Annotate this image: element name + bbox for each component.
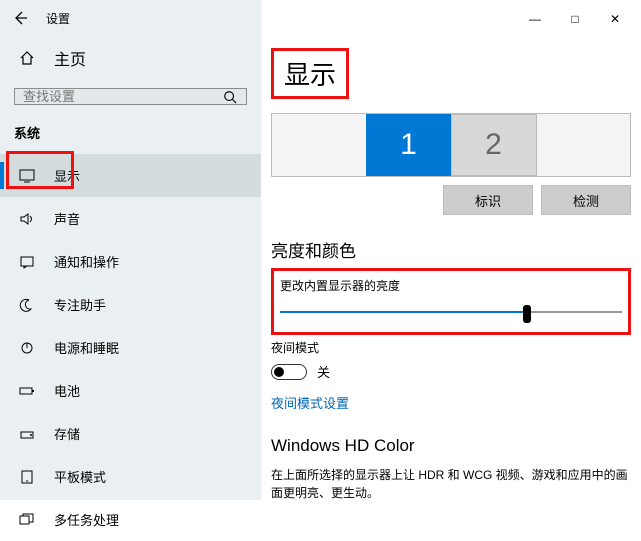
power-icon xyxy=(18,341,36,355)
category-label: 系统 xyxy=(0,115,261,154)
sidebar-item-label: 声音 xyxy=(54,209,80,228)
detect-button[interactable]: 检测 xyxy=(541,185,631,215)
hd-color-title: Windows HD Color xyxy=(271,436,631,456)
sound-icon xyxy=(18,212,36,226)
sidebar-item-battery[interactable]: 电池 xyxy=(0,369,261,412)
tablet-icon xyxy=(18,470,36,484)
settings-sidebar: 设置 主页 系统 显示 声音 通知和操作 专注助手 电源和睡眠 电池 xyxy=(0,0,261,500)
slider-thumb[interactable] xyxy=(523,305,531,323)
home-label: 主页 xyxy=(54,46,86,70)
sidebar-item-label: 通知和操作 xyxy=(54,252,119,271)
hd-color-desc: 在上面所选择的显示器上让 HDR 和 WCG 视频、游戏和应用中的画面更明亮、更… xyxy=(271,466,631,500)
window-title: 设置 xyxy=(46,10,70,27)
slider-fill xyxy=(280,311,526,313)
annotation-box: 更改内置显示器的亮度 xyxy=(271,268,631,335)
page-title: 显示 xyxy=(271,48,349,99)
moon-icon xyxy=(18,298,36,312)
monitor-2[interactable]: 2 xyxy=(451,114,537,176)
sidebar-item-label: 多任务处理 xyxy=(54,510,119,529)
minimize-button[interactable]: — xyxy=(527,12,543,26)
sidebar-item-multitask[interactable]: 多任务处理 xyxy=(0,498,261,541)
sidebar-item-display[interactable]: 显示 xyxy=(0,154,261,197)
identify-button[interactable]: 标识 xyxy=(443,185,533,215)
multitask-icon xyxy=(18,513,36,527)
night-mode-toggle[interactable] xyxy=(271,364,307,380)
toggle-state-label: 关 xyxy=(317,362,330,381)
brightness-section-title: 亮度和颜色 xyxy=(271,237,631,262)
sidebar-item-tablet[interactable]: 平板模式 xyxy=(0,455,261,498)
sidebar-item-label: 显示 xyxy=(54,166,80,185)
sidebar-item-label: 平板模式 xyxy=(54,467,106,486)
sidebar-item-sound[interactable]: 声音 xyxy=(0,197,261,240)
home-nav[interactable]: 主页 xyxy=(0,32,261,82)
back-button[interactable] xyxy=(10,8,30,28)
search-input[interactable] xyxy=(15,89,214,104)
maximize-button[interactable]: □ xyxy=(567,12,583,26)
back-arrow-icon xyxy=(12,10,28,26)
main-panel: — □ ✕ 显示 1 2 标识 检测 亮度和颜色 更改内置显示器的亮度 夜间模式… xyxy=(261,0,641,500)
home-icon xyxy=(18,50,36,66)
search-box[interactable] xyxy=(14,88,247,105)
brightness-slider[interactable] xyxy=(280,304,622,320)
brightness-label: 更改内置显示器的亮度 xyxy=(280,277,622,294)
monitor-arrangement[interactable]: 1 2 xyxy=(271,113,631,177)
monitor-1[interactable]: 1 xyxy=(366,114,452,176)
night-mode-label: 夜间模式 xyxy=(271,339,631,356)
sidebar-item-storage[interactable]: 存储 xyxy=(0,412,261,455)
sidebar-item-focus[interactable]: 专注助手 xyxy=(0,283,261,326)
night-mode-settings-link[interactable]: 夜间模式设置 xyxy=(271,393,631,412)
sidebar-item-notifications[interactable]: 通知和操作 xyxy=(0,240,261,283)
sidebar-item-label: 存储 xyxy=(54,424,80,443)
sidebar-item-label: 电池 xyxy=(54,381,80,400)
storage-icon xyxy=(18,427,36,441)
sidebar-item-label: 专注助手 xyxy=(54,295,106,314)
sidebar-item-label: 电源和睡眠 xyxy=(54,338,119,357)
notify-icon xyxy=(18,255,36,269)
close-button[interactable]: ✕ xyxy=(607,12,623,26)
window-controls: — □ ✕ xyxy=(271,12,631,26)
title-bar: 设置 xyxy=(0,0,261,32)
battery-icon xyxy=(18,384,36,398)
sidebar-item-power[interactable]: 电源和睡眠 xyxy=(0,326,261,369)
search-icon xyxy=(214,90,246,104)
monitor-icon xyxy=(18,169,36,183)
